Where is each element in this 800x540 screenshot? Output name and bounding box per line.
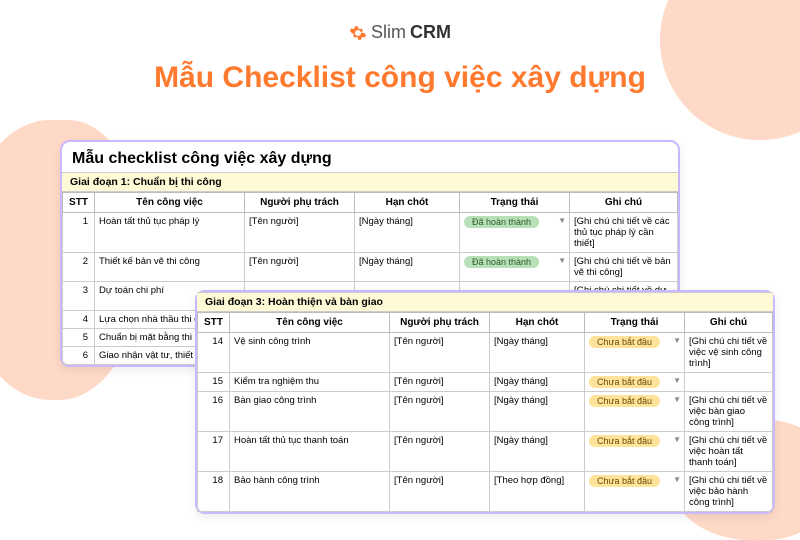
th-note: Ghi chú <box>570 193 678 213</box>
cell-stt: 3 <box>63 282 95 311</box>
cell-note[interactable]: [Ghi chú chi tiết về việc bàn giao công … <box>685 392 773 432</box>
gear-icon <box>349 24 367 42</box>
cell-stt: 18 <box>198 472 230 512</box>
th-deadline: Hạn chót <box>490 313 585 333</box>
table-row: 2Thiết kế bản vẽ thi công[Tên người][Ngà… <box>63 253 678 282</box>
th-person: Người phụ trách <box>245 193 355 213</box>
checklist-table-2: STT Tên công việc Người phụ trách Hạn ch… <box>197 312 773 512</box>
cell-note[interactable]: [Ghi chú chi tiết về các thủ tục pháp lý… <box>570 213 678 253</box>
section-header: Giai đoạn 3: Hoàn thiện và bàn giao <box>197 292 773 312</box>
cell-stt: 6 <box>63 347 95 365</box>
status-pill: Đã hoàn thành <box>464 216 539 228</box>
th-status: Trạng thái <box>460 193 570 213</box>
cell-note[interactable]: [Ghi chú chi tiết về việc vệ sinh công t… <box>685 333 773 373</box>
cell-stt: 14 <box>198 333 230 373</box>
cell-person[interactable]: [Tên người] <box>390 373 490 392</box>
table-row: 14Vệ sinh công trình[Tên người][Ngày thá… <box>198 333 773 373</box>
th-stt: STT <box>63 193 95 213</box>
cell-status[interactable]: Đã hoàn thành ▼ <box>460 213 570 253</box>
table-row: 15Kiểm tra nghiệm thu[Tên người][Ngày th… <box>198 373 773 392</box>
table-row: 17Hoàn tất thủ tục thanh toán[Tên người]… <box>198 432 773 472</box>
status-pill: Chưa bắt đầu <box>589 336 660 348</box>
logo-text-crm: CRM <box>410 22 451 43</box>
cell-stt: 1 <box>63 213 95 253</box>
status-pill: Chưa bắt đầu <box>589 475 660 487</box>
header: SlimCRM <box>0 0 800 47</box>
cell-stt: 2 <box>63 253 95 282</box>
cell-deadline[interactable]: [Ngày tháng] <box>490 333 585 373</box>
cell-status[interactable]: Chưa bắt đầu ▼ <box>585 472 685 512</box>
chevron-down-icon[interactable]: ▼ <box>673 435 681 444</box>
chevron-down-icon[interactable]: ▼ <box>673 376 681 385</box>
cell-note[interactable] <box>685 373 773 392</box>
table-row: 1Hoàn tất thủ tục pháp lý[Tên người][Ngà… <box>63 213 678 253</box>
cell-name: Vệ sinh công trình <box>230 333 390 373</box>
th-name: Tên công việc <box>95 193 245 213</box>
cell-stt: 16 <box>198 392 230 432</box>
status-pill: Chưa bắt đầu <box>589 376 660 388</box>
chevron-down-icon[interactable]: ▼ <box>673 336 681 345</box>
section-header: Giai đoạn 1: Chuẩn bị thi công <box>62 172 678 192</box>
cell-person[interactable]: [Tên người] <box>245 213 355 253</box>
cell-deadline[interactable]: [Ngày tháng] <box>490 392 585 432</box>
logo-text-slim: Slim <box>371 22 406 43</box>
cell-name: Bảo hành công trình <box>230 472 390 512</box>
cell-person[interactable]: [Tên người] <box>390 333 490 373</box>
cell-name: Hoàn tất thủ tục pháp lý <box>95 213 245 253</box>
cell-person[interactable]: [Tên người] <box>390 432 490 472</box>
chevron-down-icon[interactable]: ▼ <box>558 216 566 225</box>
cell-stt: 17 <box>198 432 230 472</box>
status-pill: Đã hoàn thành <box>464 256 539 268</box>
cell-status[interactable]: Chưa bắt đầu ▼ <box>585 432 685 472</box>
cell-name: Thiết kế bản vẽ thi công <box>95 253 245 282</box>
cell-deadline[interactable]: [Ngày tháng] <box>490 373 585 392</box>
card-title: Mẫu checklist công việc xây dựng <box>62 142 678 172</box>
chevron-down-icon[interactable]: ▼ <box>673 395 681 404</box>
cell-note[interactable]: [Ghi chú chi tiết về việc bảo hành công … <box>685 472 773 512</box>
cell-name: Hoàn tất thủ tục thanh toán <box>230 432 390 472</box>
chevron-down-icon[interactable]: ▼ <box>558 256 566 265</box>
cell-status[interactable]: Chưa bắt đầu ▼ <box>585 392 685 432</box>
cell-stt: 5 <box>63 329 95 347</box>
cell-status[interactable]: Chưa bắt đầu ▼ <box>585 373 685 392</box>
cell-deadline[interactable]: [Ngày tháng] <box>490 432 585 472</box>
cell-name: Bàn giao công trình <box>230 392 390 432</box>
cell-stt: 4 <box>63 311 95 329</box>
th-note: Ghi chú <box>685 313 773 333</box>
logo: SlimCRM <box>349 22 451 43</box>
cell-deadline[interactable]: [Theo hợp đồng] <box>490 472 585 512</box>
cell-status[interactable]: Chưa bắt đầu ▼ <box>585 333 685 373</box>
status-pill: Chưa bắt đầu <box>589 435 660 447</box>
th-name: Tên công việc <box>230 313 390 333</box>
cell-person[interactable]: [Tên người] <box>390 392 490 432</box>
table-row: 18Bảo hành công trình[Tên người][Theo hợ… <box>198 472 773 512</box>
cell-deadline[interactable]: [Ngày tháng] <box>355 253 460 282</box>
checklist-card-2: Giai đoạn 3: Hoàn thiện và bàn giao STT … <box>195 290 775 514</box>
cell-person[interactable]: [Tên người] <box>390 472 490 512</box>
cell-note[interactable]: [Ghi chú chi tiết về bản vẽ thi công] <box>570 253 678 282</box>
cell-deadline[interactable]: [Ngày tháng] <box>355 213 460 253</box>
main-title: Mẫu Checklist công việc xây dựng <box>0 61 800 95</box>
th-deadline: Hạn chót <box>355 193 460 213</box>
cell-person[interactable]: [Tên người] <box>245 253 355 282</box>
status-pill: Chưa bắt đầu <box>589 395 660 407</box>
th-status: Trạng thái <box>585 313 685 333</box>
th-stt: STT <box>198 313 230 333</box>
cell-name: Kiểm tra nghiệm thu <box>230 373 390 392</box>
table-row: 16Bàn giao công trình[Tên người][Ngày th… <box>198 392 773 432</box>
cell-status[interactable]: Đã hoàn thành ▼ <box>460 253 570 282</box>
chevron-down-icon[interactable]: ▼ <box>673 475 681 484</box>
cell-note[interactable]: [Ghi chú chi tiết về việc hoàn tất thanh… <box>685 432 773 472</box>
th-person: Người phụ trách <box>390 313 490 333</box>
cell-stt: 15 <box>198 373 230 392</box>
